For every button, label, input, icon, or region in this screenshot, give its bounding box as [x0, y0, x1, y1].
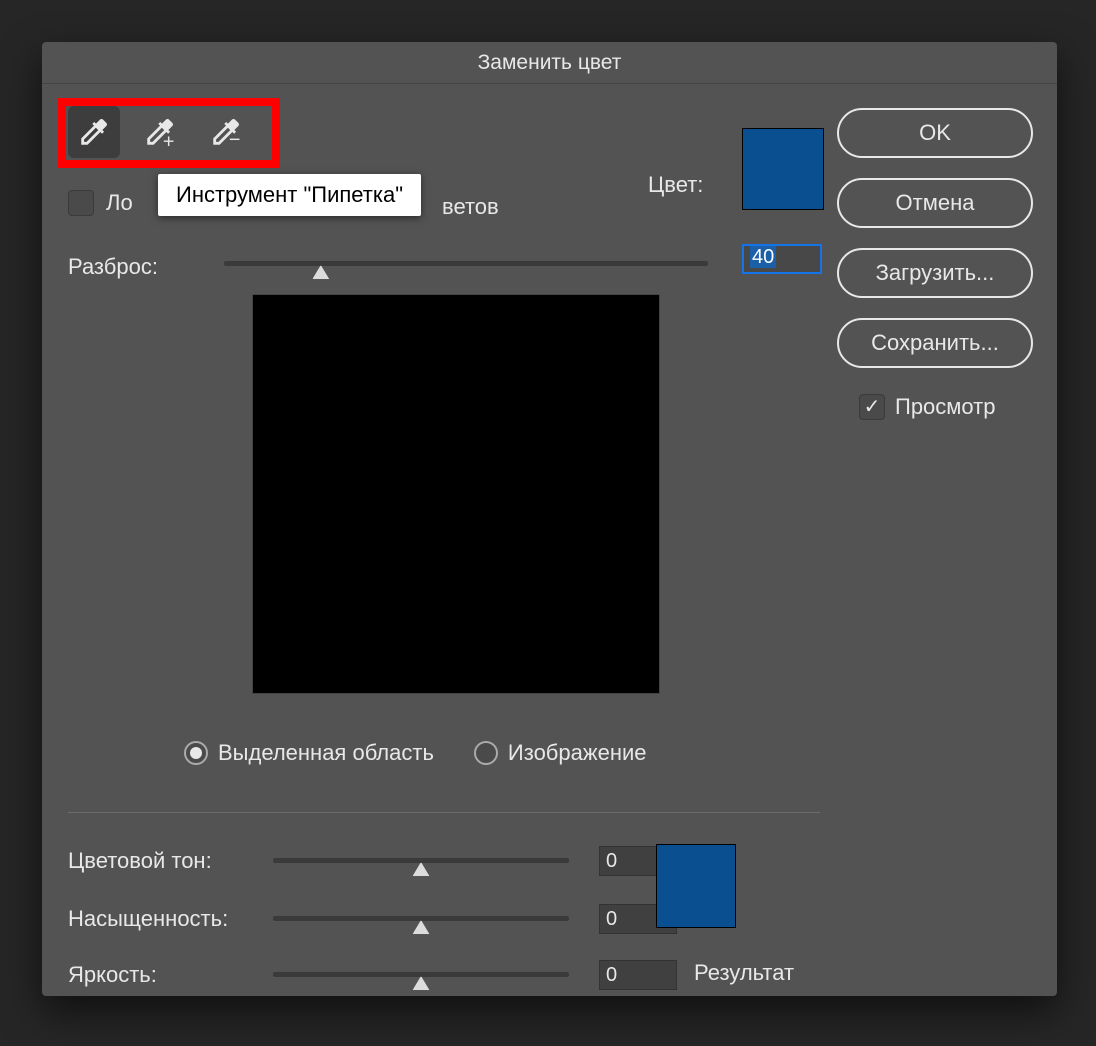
- preview-mode-row: Выделенная область Изображение: [184, 740, 647, 766]
- localized-clusters-label-suffix: ветов: [442, 194, 499, 220]
- selection-preview: [252, 294, 660, 694]
- hue-label: Цветовой тон:: [68, 848, 273, 874]
- eyedropper-tooltip: Инструмент "Пипетка": [158, 174, 421, 216]
- load-button[interactable]: Загрузить...: [837, 248, 1033, 298]
- lightness-input[interactable]: 0: [599, 960, 677, 990]
- slider-thumb[interactable]: [412, 862, 430, 877]
- localized-clusters-row: Ло: [68, 190, 133, 216]
- dialog-body: + − Ло Инструмент "Пипетка" ветов Цвет: …: [42, 84, 1057, 996]
- result-color-swatch[interactable]: [656, 844, 736, 928]
- svg-text:−: −: [229, 129, 241, 149]
- preview-checkbox[interactable]: [859, 394, 885, 420]
- dialog-title: Заменить цвет: [42, 42, 1057, 84]
- source-color-swatch[interactable]: [742, 128, 824, 210]
- fuzziness-slider[interactable]: [224, 252, 708, 276]
- source-color-label: Цвет:: [648, 172, 703, 198]
- localized-clusters-label-prefix: Ло: [106, 190, 133, 216]
- lightness-label: Яркость:: [68, 962, 273, 988]
- slider-thumb[interactable]: [312, 265, 330, 280]
- eyedropper-minus-icon: −: [209, 115, 243, 149]
- localized-clusters-checkbox[interactable]: [68, 190, 94, 216]
- result-label: Результат: [694, 960, 794, 986]
- saturation-label: Насыщенность:: [68, 906, 273, 932]
- eyedropper-tool-row: + −: [68, 106, 252, 158]
- radio-image[interactable]: [474, 741, 498, 765]
- ok-button[interactable]: OK: [837, 108, 1033, 158]
- radio-image-label: Изображение: [508, 740, 647, 766]
- slider-thumb[interactable]: [412, 976, 430, 991]
- section-divider: [68, 812, 820, 813]
- saturation-slider[interactable]: [273, 907, 569, 931]
- hue-slider[interactable]: [273, 849, 569, 873]
- cancel-button[interactable]: Отмена: [837, 178, 1033, 228]
- preview-checkbox-row: Просмотр: [859, 394, 1033, 420]
- eyedropper-tool[interactable]: [68, 106, 120, 158]
- eyedropper-icon: [77, 115, 111, 149]
- dialog-buttons: OK Отмена Загрузить... Сохранить... Прос…: [837, 108, 1033, 420]
- slider-track: [224, 261, 708, 266]
- save-button[interactable]: Сохранить...: [837, 318, 1033, 368]
- fuzziness-label: Разброс:: [68, 254, 158, 280]
- eyedropper-add-tool[interactable]: +: [134, 106, 186, 158]
- slider-thumb[interactable]: [412, 920, 430, 935]
- eyedropper-subtract-tool[interactable]: −: [200, 106, 252, 158]
- eyedropper-plus-icon: +: [143, 115, 177, 149]
- fuzziness-input[interactable]: 40: [742, 244, 822, 274]
- radio-selection-label: Выделенная область: [218, 740, 434, 766]
- svg-text:+: +: [163, 131, 175, 149]
- radio-selection[interactable]: [184, 741, 208, 765]
- replace-color-dialog: Заменить цвет +: [42, 42, 1057, 996]
- preview-checkbox-label: Просмотр: [895, 394, 995, 420]
- lightness-slider[interactable]: [273, 963, 569, 987]
